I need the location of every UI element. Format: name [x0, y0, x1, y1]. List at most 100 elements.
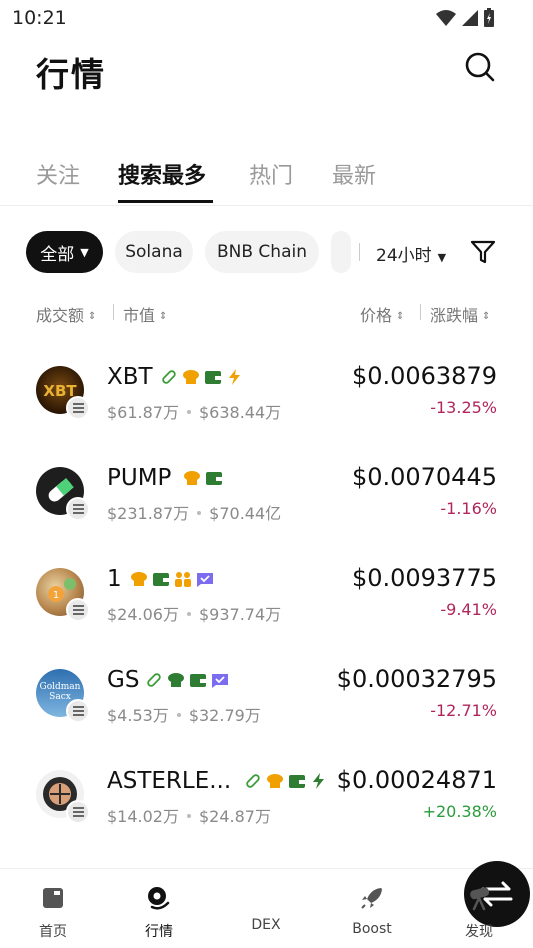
wallet-icon: [289, 775, 305, 788]
chip-all-label: 全部: [40, 244, 75, 265]
token-market-cap: $24.87万: [199, 807, 271, 826]
token-symbol: 1: [107, 566, 122, 592]
token-change: -1.16%: [440, 499, 497, 518]
market-tabs: 关注 搜索最多 热门 最新: [0, 152, 533, 206]
token-price: $0.0093775: [351, 564, 497, 592]
sort-header: 成交额 ⇕ 市值 ⇕ 价格 ⇕ 涨跌幅 ⇕: [0, 302, 533, 326]
solana-chain-badge: [66, 396, 90, 420]
system-icons: [435, 8, 495, 28]
nav-home-label: 首页: [39, 924, 67, 940]
token-row[interactable]: XBT XBT $61.87万 $638.44万 $0.0063879 -13.2…: [0, 362, 533, 467]
token-change: -13.25%: [430, 398, 497, 417]
svg-text:Goldman: Goldman: [40, 682, 81, 692]
time-range-label: 24小时: [376, 246, 432, 266]
caret-down-icon: ▼: [80, 245, 89, 259]
token-volume: $231.87万: [107, 504, 190, 523]
token-price: $0.00032795: [336, 665, 497, 693]
token-volume: $14.02万: [107, 807, 179, 826]
chef-hat-icon: [168, 673, 184, 687]
sort-price[interactable]: 价格 ⇕: [360, 302, 404, 326]
token-stats: $61.87万 $638.44万: [107, 399, 281, 423]
nav-dex[interactable]: DEX: [231, 861, 530, 933]
sort-divider: [420, 304, 421, 320]
solana-chain-badge: [66, 800, 90, 824]
chef-hat-icon: [184, 471, 200, 485]
token-tags: [145, 671, 229, 689]
sort-volume[interactable]: 成交额 ⇕: [36, 302, 96, 326]
token-stats: $231.87万 $70.44亿: [107, 500, 281, 524]
sort-divider: [113, 304, 114, 320]
status-time: 10:21: [12, 7, 67, 29]
wallet-icon: [190, 674, 206, 687]
token-market-cap: $32.79万: [188, 706, 261, 725]
home-icon: [43, 888, 63, 908]
nav-home[interactable]: 首页: [18, 885, 88, 941]
nav-market-label: 行情: [145, 924, 173, 940]
telescope-icon: [470, 887, 490, 911]
page-header: 行情: [0, 44, 533, 96]
pill-icon: [147, 673, 161, 687]
status-bar: 10:21: [0, 0, 533, 36]
tab-most-searched[interactable]: 搜索最多: [118, 158, 206, 190]
token-row[interactable]: ASTERLE... $14.02万 $24.87万 $0.00024871 +2…: [0, 766, 533, 871]
time-range-select[interactable]: 24小时 ▼: [376, 241, 446, 266]
chip-bnb-chain[interactable]: BNB Chain: [205, 231, 319, 273]
tab-newest[interactable]: 最新: [332, 158, 376, 190]
solana-chain-badge: [66, 699, 90, 723]
token-row[interactable]: Goldman Sacx GS $4.53万 $32.79万 $0.00032795…: [0, 665, 533, 770]
battery-icon: [484, 8, 494, 27]
sort-arrows-icon: ⇕: [396, 311, 405, 322]
wallet-icon: [206, 472, 222, 485]
chip-all[interactable]: 全部 ▼: [26, 231, 103, 273]
chip-solana[interactable]: Solana: [115, 231, 193, 273]
token-row[interactable]: PUMP $231.87万 $70.44亿 $0.0070445 -1.16%: [0, 463, 533, 568]
users-icon: [175, 572, 191, 587]
token-volume: $61.87万: [107, 403, 179, 422]
token-symbol: GS: [107, 667, 140, 693]
filter-icon[interactable]: [470, 239, 496, 265]
sort-market-cap[interactable]: 市值 ⇕: [123, 302, 167, 326]
token-price: $0.0063879: [351, 362, 497, 390]
token-market-cap: $937.74万: [199, 605, 282, 624]
chef-hat-icon: [131, 572, 147, 586]
market-icon: [148, 887, 170, 910]
token-change: +20.38%: [422, 802, 497, 821]
token-stats: $24.06万 $937.74万: [107, 601, 281, 625]
token-symbol: ASTERLE...: [107, 768, 232, 794]
token-row[interactable]: 1 1 $24.06万 $937.74万 $0.0093775 -9.41%: [0, 564, 533, 669]
chef-hat-icon: [267, 774, 283, 788]
svg-text:Sacx: Sacx: [49, 692, 71, 702]
nav-boost[interactable]: Boost: [337, 885, 407, 937]
pill-icon: [162, 370, 176, 384]
token-symbol: PUMP: [107, 465, 172, 491]
token-tags: [160, 368, 244, 386]
page-title: 行情: [36, 55, 106, 94]
nav-discover[interactable]: 发现: [444, 885, 514, 941]
solana-chain-badge: [66, 598, 90, 622]
wallet-icon: [205, 371, 221, 384]
wallet-icon: [153, 573, 169, 586]
nav-discover-label: 发现: [465, 924, 493, 940]
chip-more-partial[interactable]: [331, 231, 351, 273]
solana-chain-badge: [66, 497, 90, 521]
token-stats: $4.53万 $32.79万: [107, 702, 261, 726]
search-icon[interactable]: [464, 50, 496, 84]
token-tags: [244, 772, 328, 790]
token-volume: $4.53万: [107, 706, 169, 725]
tab-following[interactable]: 关注: [36, 158, 80, 190]
sort-change[interactable]: 涨跌幅 ⇕: [430, 302, 490, 326]
pill-icon: [246, 774, 260, 788]
token-change: -12.71%: [430, 701, 497, 720]
sort-arrows-icon: ⇕: [482, 311, 491, 322]
checkmark-icon: [212, 674, 228, 688]
nav-market[interactable]: 行情: [124, 885, 194, 941]
caret-down-icon: ▼: [437, 251, 447, 264]
token-market-cap: $70.44亿: [209, 504, 282, 523]
nav-boost-label: Boost: [352, 921, 392, 937]
sort-change-label: 涨跌幅: [430, 306, 479, 325]
svg-text:1: 1: [53, 590, 59, 601]
sort-arrows-icon: ⇕: [88, 311, 97, 322]
tab-hot[interactable]: 热门: [249, 158, 293, 190]
token-change: -9.41%: [440, 600, 497, 619]
token-symbol: XBT: [107, 364, 153, 390]
